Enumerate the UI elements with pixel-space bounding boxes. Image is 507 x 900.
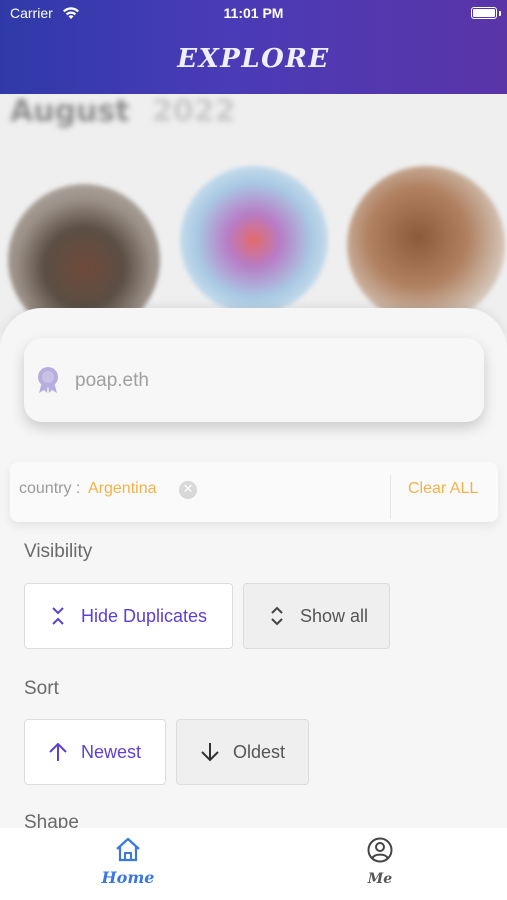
clear-all-button[interactable]: Clear ALL xyxy=(408,480,478,498)
clock: 11:01 PM xyxy=(223,5,284,21)
tab-me[interactable]: Me xyxy=(310,828,450,900)
arrow-up-icon xyxy=(49,742,67,761)
sort-newest-button[interactable]: Newest xyxy=(24,719,166,785)
poap-thumbnail[interactable] xyxy=(180,166,328,314)
visibility-label: Visibility xyxy=(24,541,93,562)
oldest-label: Oldest xyxy=(233,741,286,762)
hide-duplicates-button[interactable]: Hide Duplicates xyxy=(24,583,233,649)
sort-oldest-button[interactable]: Oldest xyxy=(176,719,309,785)
badge-icon xyxy=(38,367,58,393)
poap-thumbnail[interactable] xyxy=(347,166,505,324)
sort-label: Sort xyxy=(24,678,59,699)
filter-value: Argentina xyxy=(88,480,157,497)
battery-icon xyxy=(471,7,497,19)
show-all-button[interactable]: Show all xyxy=(243,583,390,649)
status-bar: Carrier 11:01 PM xyxy=(0,0,507,28)
collapse-icon xyxy=(52,607,64,625)
battery-tip xyxy=(499,11,501,16)
search-input[interactable] xyxy=(73,365,457,397)
remove-filter-icon[interactable]: ✕ xyxy=(179,481,197,499)
tab-home[interactable]: Home xyxy=(58,828,198,900)
home-icon xyxy=(116,837,140,862)
year-heading: 2022 xyxy=(152,94,236,129)
page-title: EXPLORE xyxy=(177,44,330,74)
filter-key: country : xyxy=(19,480,81,497)
month-heading: August xyxy=(10,94,130,129)
header: Carrier 11:01 PM EXPLORE xyxy=(0,0,507,94)
expand-icon xyxy=(271,606,283,626)
show-all-label: Show all xyxy=(300,605,369,626)
divider xyxy=(390,475,391,519)
tab-me-label: Me xyxy=(367,871,393,887)
user-circle-icon xyxy=(367,837,393,863)
tab-home-label: Home xyxy=(101,868,155,887)
hide-duplicates-label: Hide Duplicates xyxy=(81,605,208,626)
explore-background: August 2022 xyxy=(0,94,507,334)
newest-label: Newest xyxy=(81,741,142,762)
tab-bar: Home Me xyxy=(0,828,507,900)
arrow-down-icon xyxy=(201,743,219,762)
